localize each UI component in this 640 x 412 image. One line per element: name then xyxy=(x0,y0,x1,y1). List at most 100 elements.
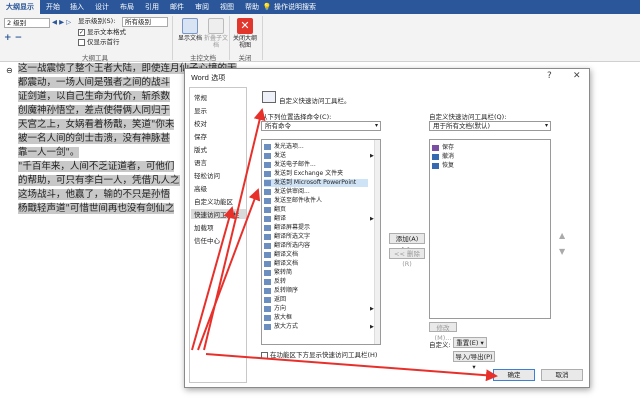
ok-button[interactable]: 确定 xyxy=(493,369,535,381)
collapse-icon xyxy=(208,18,224,34)
tab-design[interactable]: 设计 xyxy=(91,0,113,14)
list-item[interactable]: 反转顺序 xyxy=(264,287,298,295)
cancel-button[interactable]: 取消 xyxy=(541,369,583,381)
nav-item-advanced[interactable]: 高级 xyxy=(194,183,207,193)
command-icon xyxy=(264,278,271,285)
show-document-button[interactable]: 显示文档 xyxy=(176,18,204,42)
modify-button[interactable]: 修改(M)... xyxy=(429,322,457,342)
nav-item-typography[interactable]: 版式 xyxy=(194,144,207,154)
list-item[interactable]: 翻译文档 xyxy=(264,260,298,268)
command-icon xyxy=(264,152,271,159)
list-item[interactable]: 恢复 xyxy=(432,162,454,170)
command-icon xyxy=(264,161,271,168)
commands-list[interactable]: 发光选项... 发送 ▶ 发送电子邮件... 发送到 Exchange 文件夹 发… xyxy=(261,139,381,345)
dialog-close-button[interactable]: ✕ xyxy=(573,71,581,81)
tab-mailings[interactable]: 邮件 xyxy=(166,0,188,14)
show-first-line-checkbox[interactable]: 仅显示首行 xyxy=(78,38,120,47)
command-icon xyxy=(264,269,271,276)
custom-label: 自定义: xyxy=(429,341,451,349)
group-close-label: 关闭 xyxy=(238,54,252,62)
document-line: 创魔神孙悟空，差点使得俩人同归于 xyxy=(18,105,171,116)
list-item-highlighted[interactable]: 发送到 Microsoft PowerPoint xyxy=(264,179,368,187)
list-item[interactable]: 翻译屏幕提示 xyxy=(264,224,310,232)
panel-heading: 自定义快速访问工具栏。 xyxy=(279,97,351,105)
options-nav: 常规 显示 校对 保存 版式 语言 轻松访问 高级 自定义功能区 快速访问工具栏… xyxy=(189,87,247,383)
outline-level-select[interactable]: 2 级别 xyxy=(4,18,50,28)
tab-layout[interactable]: 布局 xyxy=(116,0,138,14)
lightbulb-icon: 💡 xyxy=(262,3,272,11)
document-line: 的帮助，可只有李白一人，凭借凡人之 xyxy=(18,175,180,186)
outline-move-arrows-icon[interactable]: ◀ ▶ ▷ xyxy=(52,18,71,27)
tab-view[interactable]: 视图 xyxy=(216,0,238,14)
reset-button[interactable]: 重置(E) ▾ xyxy=(453,337,487,348)
nav-item-general[interactable]: 常规 xyxy=(194,92,207,102)
list-item[interactable]: 繁转简 xyxy=(264,269,292,277)
list-item[interactable]: 发送至邮件收件人 xyxy=(264,197,322,205)
add-button[interactable]: 添加(A) >> xyxy=(389,233,425,253)
customize-toolbar-select[interactable]: 用于所有文档(默认) ▾ xyxy=(429,121,551,131)
list-item[interactable]: 发送 ▶ xyxy=(264,152,374,160)
list-item[interactable]: 发送电子邮件... xyxy=(264,161,316,169)
list-item[interactable]: 发送供审阅... xyxy=(264,188,310,196)
nav-item-trust-center[interactable]: 信任中心 xyxy=(194,235,220,245)
move-down-icon[interactable]: ▼ xyxy=(559,247,565,256)
show-below-ribbon-checkbox[interactable]: 在功能区下方显示快速访问工具栏(H) xyxy=(261,351,377,360)
list-item[interactable]: 保存 xyxy=(432,144,454,152)
list-item[interactable]: 撤消 xyxy=(432,153,454,161)
show-document-label: 显示文档 xyxy=(177,35,202,42)
list-item[interactable]: 翻页 xyxy=(264,206,286,214)
nav-item-save[interactable]: 保存 xyxy=(194,131,207,141)
list-item[interactable]: 放大框 xyxy=(264,314,292,322)
tab-outline[interactable]: 大纲显示 xyxy=(0,0,40,14)
nav-item-customize-ribbon[interactable]: 自定义功能区 xyxy=(194,196,233,206)
show-first-line-label: 仅显示首行 xyxy=(87,38,120,46)
tab-insert[interactable]: 插入 xyxy=(66,0,88,14)
remove-button[interactable]: << 删除(R) xyxy=(389,248,425,268)
list-item[interactable]: 反转 xyxy=(264,278,286,286)
expand-collapse-icon[interactable]: + − xyxy=(4,34,22,43)
list-item[interactable]: 方向 ▶ xyxy=(264,305,374,313)
show-below-ribbon-label: 在功能区下方显示快速访问工具栏(H) xyxy=(270,351,378,359)
document-line: 证剑道，以自己生命为代价，斩杀数 xyxy=(18,91,171,102)
nav-item-proofing[interactable]: 校对 xyxy=(194,118,207,128)
list-item[interactable]: 翻译 ▶ xyxy=(264,215,374,223)
show-level-label: 显示级别(S): xyxy=(78,17,116,25)
close-outline-view-button[interactable]: ✕ 关闭大纲视图 xyxy=(231,18,259,49)
show-text-format-checkbox[interactable]: ✓ 显示文本格式 xyxy=(78,28,126,37)
tab-help[interactable]: 帮助 xyxy=(241,0,263,14)
tab-review[interactable]: 审阅 xyxy=(191,0,213,14)
quick-access-toolbar-list[interactable]: 保存 撤消 恢复 xyxy=(429,139,551,319)
outline-bullet-icon[interactable]: ⊖ xyxy=(6,66,13,75)
list-item[interactable]: 发光选项... xyxy=(264,143,304,151)
nav-item-accessibility[interactable]: 轻松访问 xyxy=(194,170,220,180)
list-item[interactable]: 返回 xyxy=(264,296,286,304)
show-level-select[interactable]: 所有级别 xyxy=(122,17,168,27)
list-item[interactable]: 放大方式 ▶ xyxy=(264,323,374,331)
word-options-dialog: Word 选项 ? ✕ 常规 显示 校对 保存 版式 语言 轻松访问 高级 自定… xyxy=(184,68,590,388)
nav-item-language[interactable]: 语言 xyxy=(194,157,207,167)
nav-item-quick-access-toolbar[interactable]: 快速访问工具栏 xyxy=(191,209,246,219)
list-item[interactable]: 翻译文档 xyxy=(264,251,298,259)
close-icon: ✕ xyxy=(237,18,253,34)
list-item[interactable]: 翻译所选内容 xyxy=(264,242,310,250)
tab-tell-me[interactable]: 操作说明搜索 xyxy=(273,0,317,14)
nav-item-display[interactable]: 显示 xyxy=(194,105,207,115)
list-item[interactable]: 发送到 Exchange 文件夹 xyxy=(264,170,343,178)
nav-item-addins[interactable]: 加载项 xyxy=(194,222,214,232)
collapse-subdocument-button[interactable]: 折叠子文档 xyxy=(202,18,230,49)
help-button[interactable]: ? xyxy=(547,71,552,81)
document-icon xyxy=(182,18,198,34)
document-line: 这场战斗，他赢了，输的不只是孙悟 xyxy=(18,189,171,200)
command-icon xyxy=(264,323,271,330)
ribbon-tab-bar: 大纲显示 开始 插入 设计 布局 引用 邮件 审阅 视图 帮助 💡 操作说明搜索 xyxy=(0,0,640,14)
move-up-icon[interactable]: ▲ xyxy=(559,231,565,240)
choose-commands-label: 从下列位置选择命令(C): xyxy=(261,113,332,121)
choose-commands-select[interactable]: 所有命令 ▾ xyxy=(261,121,381,131)
document-line: 都震动，一场人间是强者之间的战斗 xyxy=(18,77,171,88)
list-item[interactable]: 翻译所选文字 xyxy=(264,233,310,241)
tab-references[interactable]: 引用 xyxy=(141,0,163,14)
commands-scrollbar[interactable] xyxy=(374,140,380,344)
command-icon xyxy=(264,260,271,267)
import-export-button[interactable]: 导入/导出(P) ▾ xyxy=(453,351,495,371)
tab-home[interactable]: 开始 xyxy=(42,0,64,14)
